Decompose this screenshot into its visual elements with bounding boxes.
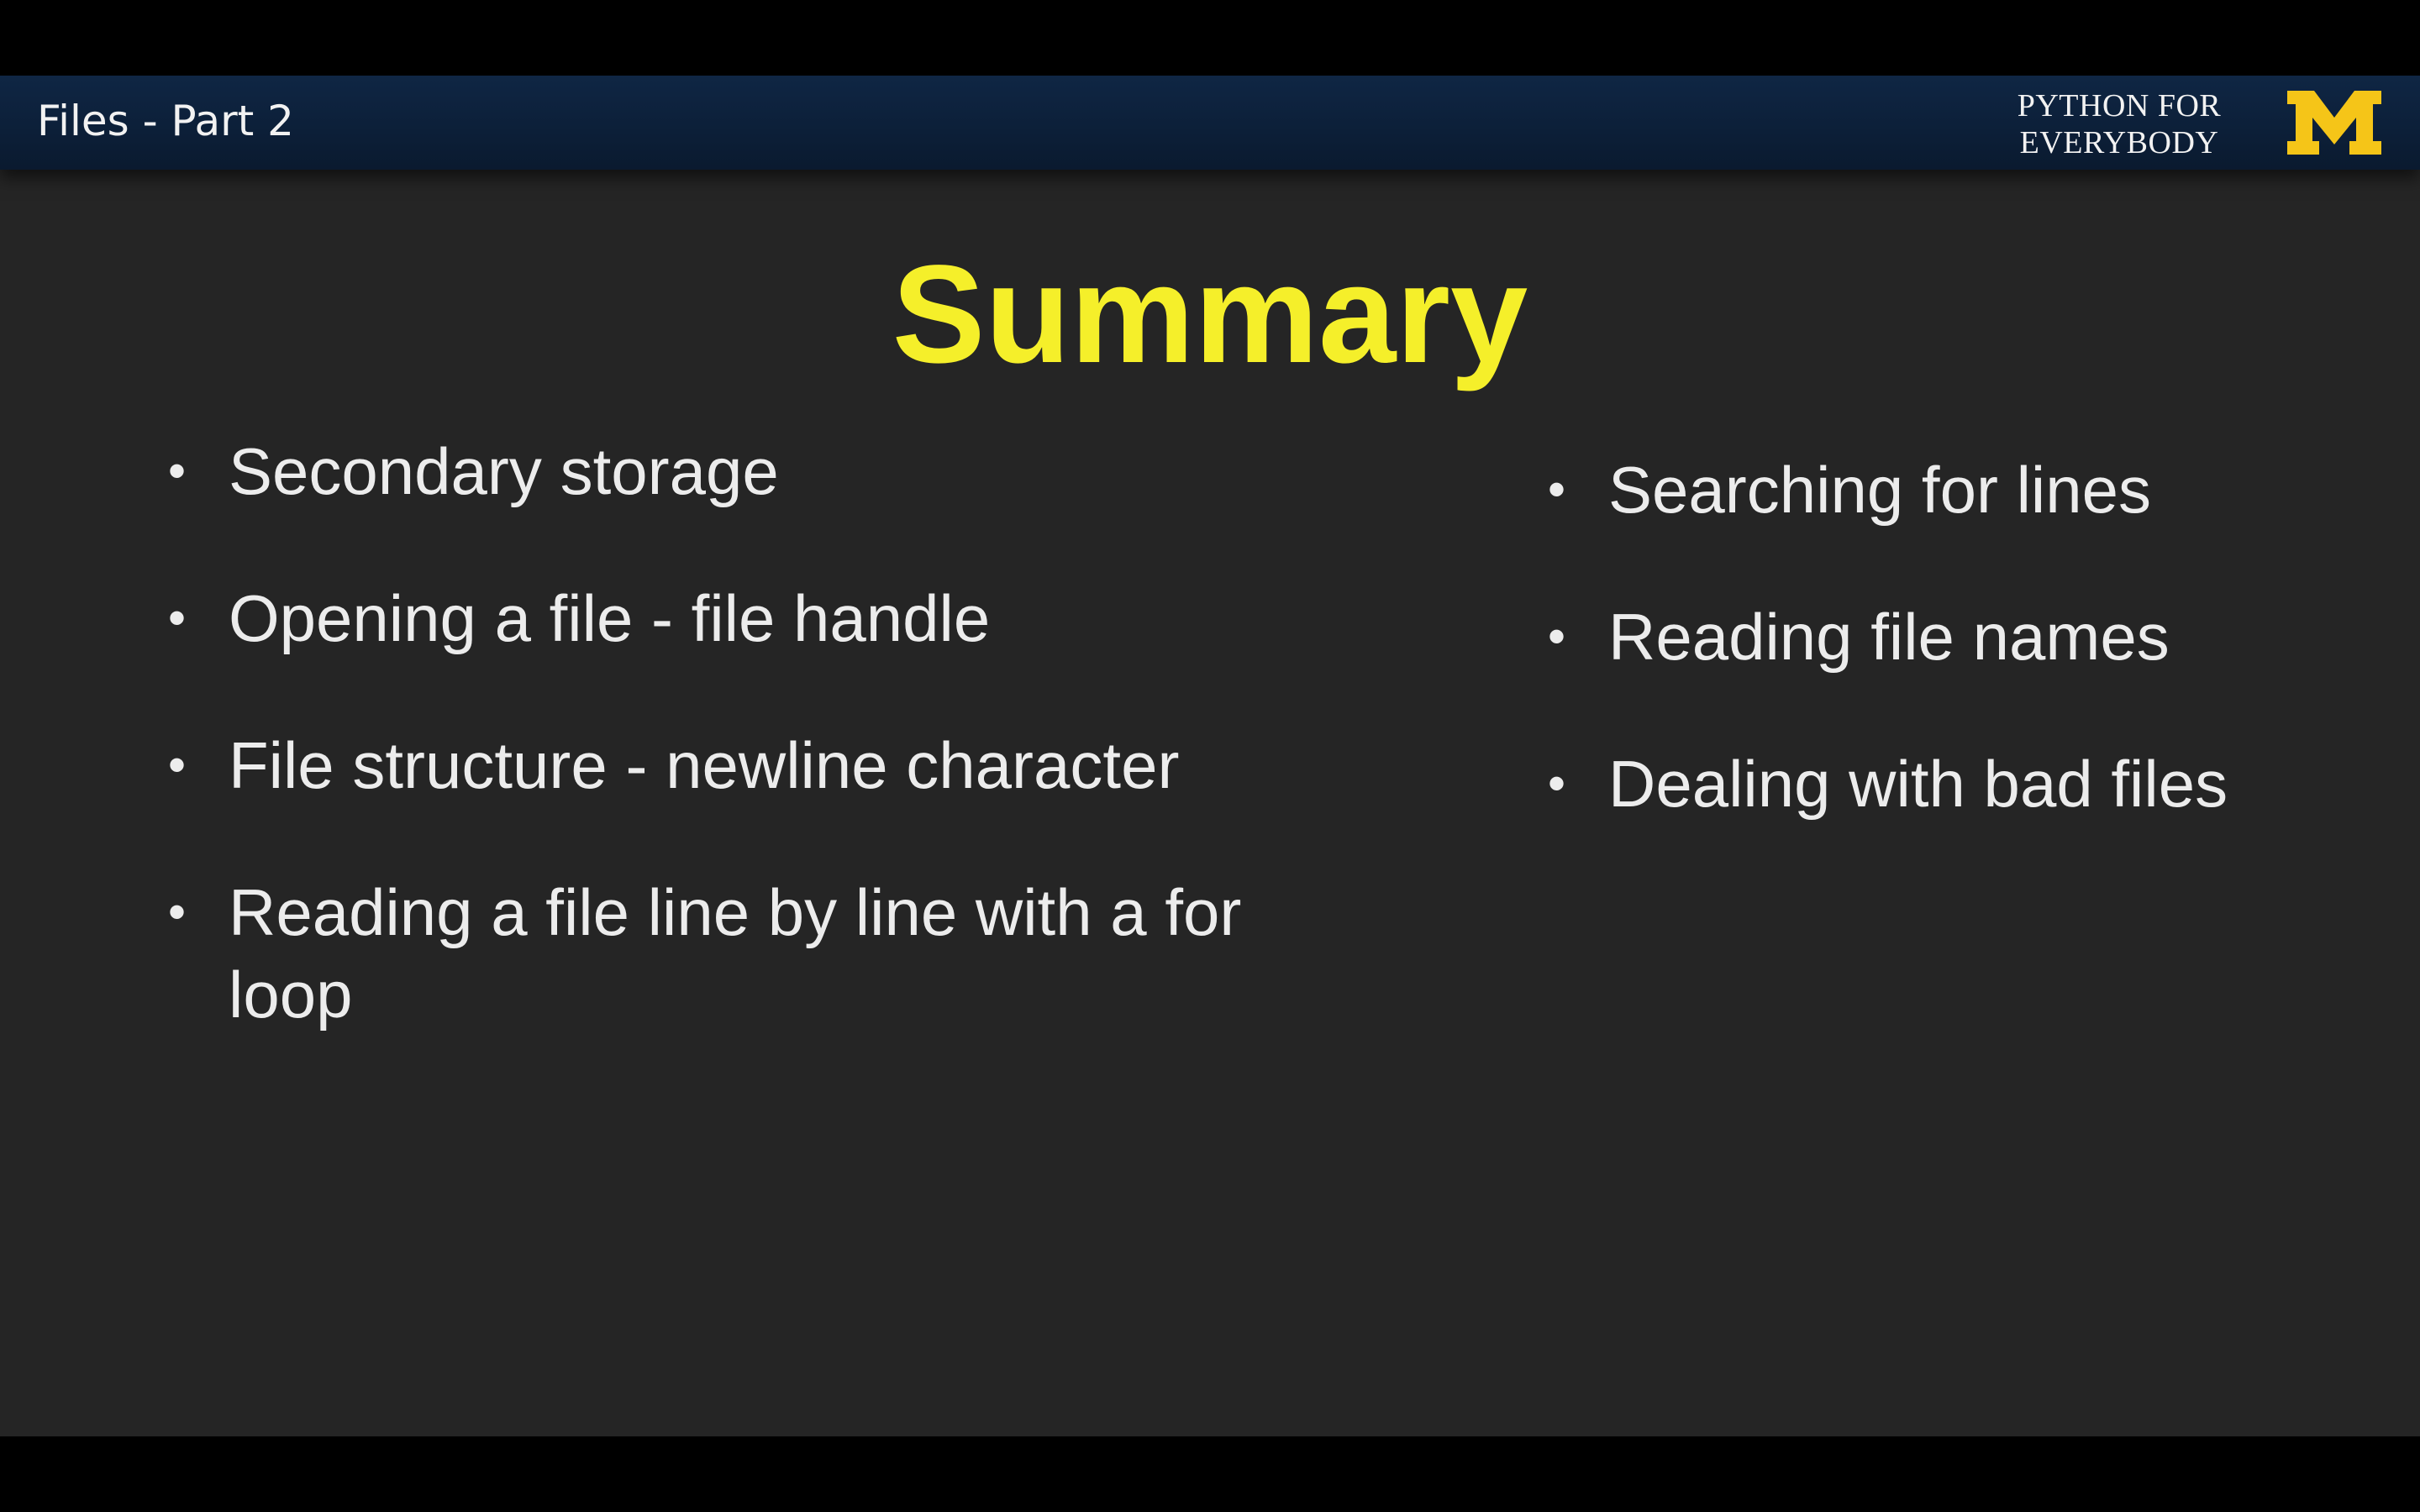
bullet-text: Secondary storage: [229, 434, 779, 508]
letterbox-bottom: [0, 1436, 2420, 1512]
slide: Files - Part 2 PYTHON FOR EVERYBODY Summ…: [0, 76, 2420, 1436]
bullet-text: Reading a file line by line with a for l…: [229, 875, 1242, 1032]
bullet-text: Reading file names: [1608, 600, 2170, 674]
bullet-text: Dealing with bad files: [1608, 747, 2228, 821]
block-m-icon: [2287, 91, 2381, 155]
bullet-icon: •: [168, 737, 187, 793]
bullet-icon: •: [1548, 608, 1566, 664]
bullet-icon: •: [1548, 755, 1566, 811]
bullet-icon: •: [1548, 461, 1566, 517]
brand-line-1: PYTHON FOR: [2017, 88, 2222, 123]
right-bullet-list: • Searching for lines • Reading file nam…: [1548, 449, 2304, 890]
header-bar: Files - Part 2 PYTHON FOR EVERYBODY: [0, 76, 2420, 170]
list-item: • Secondary storage: [168, 430, 1294, 512]
header-title: Files - Part 2: [37, 97, 294, 145]
bullet-icon: •: [168, 590, 187, 646]
left-bullet-list: • Secondary storage • Opening a file - f…: [168, 430, 1294, 1100]
brand-line-2: EVERYBODY: [2019, 125, 2219, 160]
list-item: • Dealing with bad files: [1548, 743, 2304, 825]
bullet-text: Opening a file - file handle: [229, 581, 991, 655]
bullet-text: Searching for lines: [1608, 453, 2152, 527]
list-item: • Reading a file line by line with a for…: [168, 871, 1294, 1036]
list-item: • Reading file names: [1548, 596, 2304, 678]
brand-text: PYTHON FOR EVERYBODY: [1993, 87, 2245, 161]
bullet-icon: •: [168, 443, 187, 499]
list-item: • Opening a file - file handle: [168, 577, 1294, 659]
bullet-icon: •: [168, 884, 187, 940]
list-item: • Searching for lines: [1548, 449, 2304, 531]
letterbox-top: [0, 0, 2420, 76]
bullet-text: File structure - newline character: [229, 728, 1180, 802]
slide-title: Summary: [892, 237, 1528, 392]
list-item: • File structure - newline character: [168, 724, 1294, 806]
